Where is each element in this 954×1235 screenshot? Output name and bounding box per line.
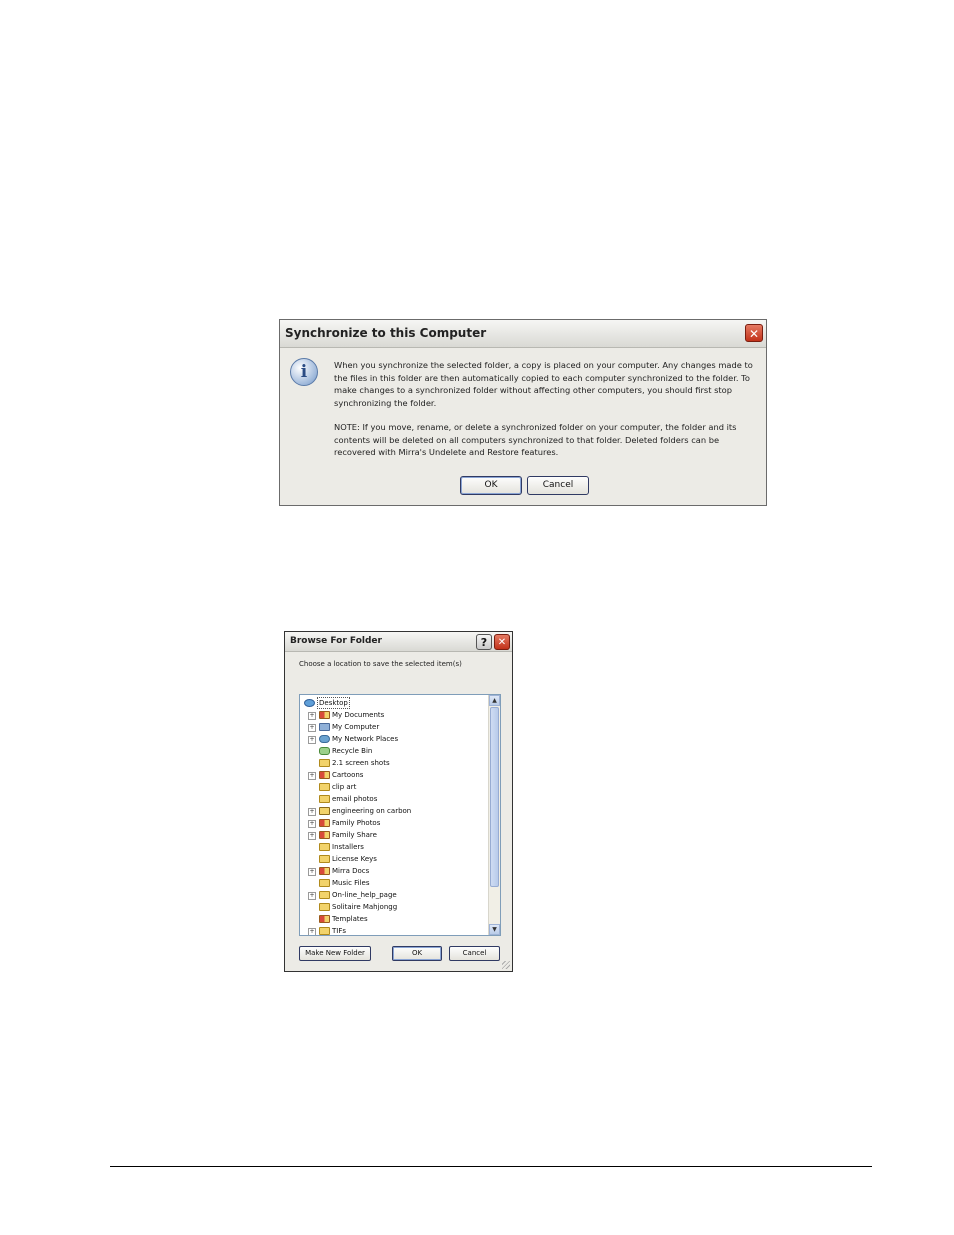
tree-item-label: Cartoons [332,771,364,779]
folder-icon [319,759,330,767]
tree-item-label: TIFs [332,927,347,935]
tree-item-label: engineering on carbon [332,807,412,815]
browse-cancel-button[interactable]: Cancel [449,946,500,961]
tree-item-label: Desktop [317,697,350,709]
desktop-icon [304,699,315,707]
folder-tree[interactable]: Desktop + My Documents + My Computer + My Netw… [299,694,501,936]
scroll-down-icon[interactable]: ▼ [489,924,500,935]
browse-ok-button[interactable]: OK [392,946,442,961]
special-folder-icon [319,771,330,779]
make-new-folder-button[interactable]: Make New Folder [299,946,371,961]
tree-scrollbar[interactable]: ▲ ▼ [488,695,500,935]
expand-icon[interactable]: + [308,736,316,744]
tree-item-label: My Documents [332,711,385,719]
footer-rule [110,1166,872,1167]
folder-icon [319,795,330,803]
expand-icon[interactable]: + [308,928,316,935]
tree-item-label: Family Share [332,831,377,839]
sync-close-button[interactable]: ✕ [745,324,763,342]
browse-for-folder-dialog: Browse For Folder ? ✕ Choose a location … [284,631,513,972]
scroll-up-icon[interactable]: ▲ [489,695,500,706]
tree-item-label: License Keys [332,855,377,863]
tree-item-label: email photos [332,795,378,803]
tree-item-label: Installers [332,843,364,851]
tree-item-label: Templates [332,915,368,923]
browse-prompt: Choose a location to save the selected i… [299,660,462,668]
expand-icon[interactable]: + [308,724,316,732]
folder-icon [319,927,330,935]
browse-dialog-title: Browse For Folder [290,636,382,646]
folder-icon [319,903,330,911]
tree-item-label: Music Files [332,879,370,887]
expand-icon[interactable]: + [308,868,316,876]
folder-icon [319,843,330,851]
folder-icon [319,891,330,899]
sync-dialog-title: Synchronize to this Computer [285,326,487,340]
tree-item-label: Recycle Bin [332,747,373,755]
special-folder-icon [319,915,330,923]
tree-item-label: 2.1 screen shots [332,759,390,767]
synchronize-dialog: Synchronize to this Computer ✕ i When yo… [279,319,767,506]
tree-item-label: On-line_help_page [332,891,397,899]
special-folder-icon [319,711,330,719]
network-icon [319,735,330,743]
info-icon: i [290,358,318,386]
sync-message: When you synchronize the selected folder… [334,360,753,408]
browse-dialog-titlebar[interactable]: Browse For Folder ? ✕ [285,632,512,652]
tree-item-label: Solitaire Mahjongg [332,903,398,911]
tree-item-label: My Network Places [332,735,399,743]
recycle-bin-icon [319,747,330,755]
computer-icon [319,723,330,731]
special-folder-icon [319,819,330,827]
scroll-thumb[interactable] [490,707,499,887]
folder-icon [319,783,330,791]
resize-grip-icon[interactable] [502,961,510,969]
tree-item-label: Mirra Docs [332,867,370,875]
browse-close-button[interactable]: ✕ [494,634,510,650]
expand-icon[interactable]: + [308,772,316,780]
sync-cancel-button[interactable]: Cancel [527,476,589,495]
expand-icon[interactable]: + [308,832,316,840]
sync-note: NOTE: If you move, rename, or delete a s… [334,422,737,457]
tree-item-label: clip art [332,783,357,791]
expand-icon[interactable]: + [308,712,316,720]
document-icon [319,807,330,815]
expand-icon[interactable]: + [308,892,316,900]
sync-dialog-titlebar[interactable]: Synchronize to this Computer ✕ [280,320,766,348]
browse-help-button[interactable]: ? [476,634,492,650]
expand-icon[interactable]: + [308,820,316,828]
sync-ok-button[interactable]: OK [460,476,522,495]
tree-item-label: Family Photos [332,819,381,827]
folder-icon [319,879,330,887]
tree-item-label: My Computer [332,723,380,731]
special-folder-icon [319,831,330,839]
special-folder-icon [319,867,330,875]
folder-icon [319,855,330,863]
expand-icon[interactable]: + [308,808,316,816]
